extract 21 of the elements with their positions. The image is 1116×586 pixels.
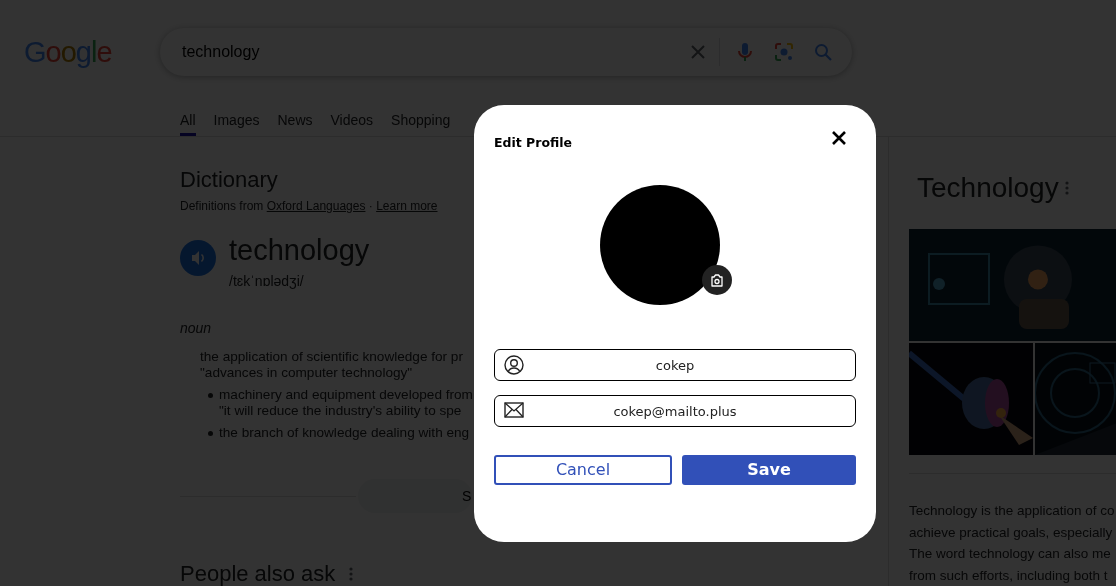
envelope-icon [504, 401, 524, 421]
speaker-button[interactable] [180, 240, 216, 276]
close-icon [831, 130, 847, 146]
email-field[interactable]: cokep@mailto.plus [494, 395, 856, 427]
more-options-icon[interactable] [1064, 181, 1069, 195]
search-icon[interactable] [814, 43, 832, 61]
change-photo-button[interactable] [702, 265, 732, 295]
bullet-icon [208, 431, 213, 436]
speaker-icon [190, 249, 206, 267]
username-field[interactable]: cokep [494, 349, 856, 381]
save-button[interactable]: Save [682, 455, 856, 485]
separator: · [367, 199, 374, 213]
bullet-icon [208, 393, 213, 398]
microphone-icon[interactable] [736, 42, 754, 62]
camera-search-icon[interactable] [774, 42, 794, 62]
camera-icon [708, 272, 726, 288]
cancel-button[interactable]: Cancel [494, 455, 672, 485]
user-icon [504, 355, 524, 375]
more-options-icon[interactable] [349, 566, 354, 581]
clear-icon[interactable] [689, 43, 707, 61]
dialog-title: Edit Profile [494, 133, 573, 152]
